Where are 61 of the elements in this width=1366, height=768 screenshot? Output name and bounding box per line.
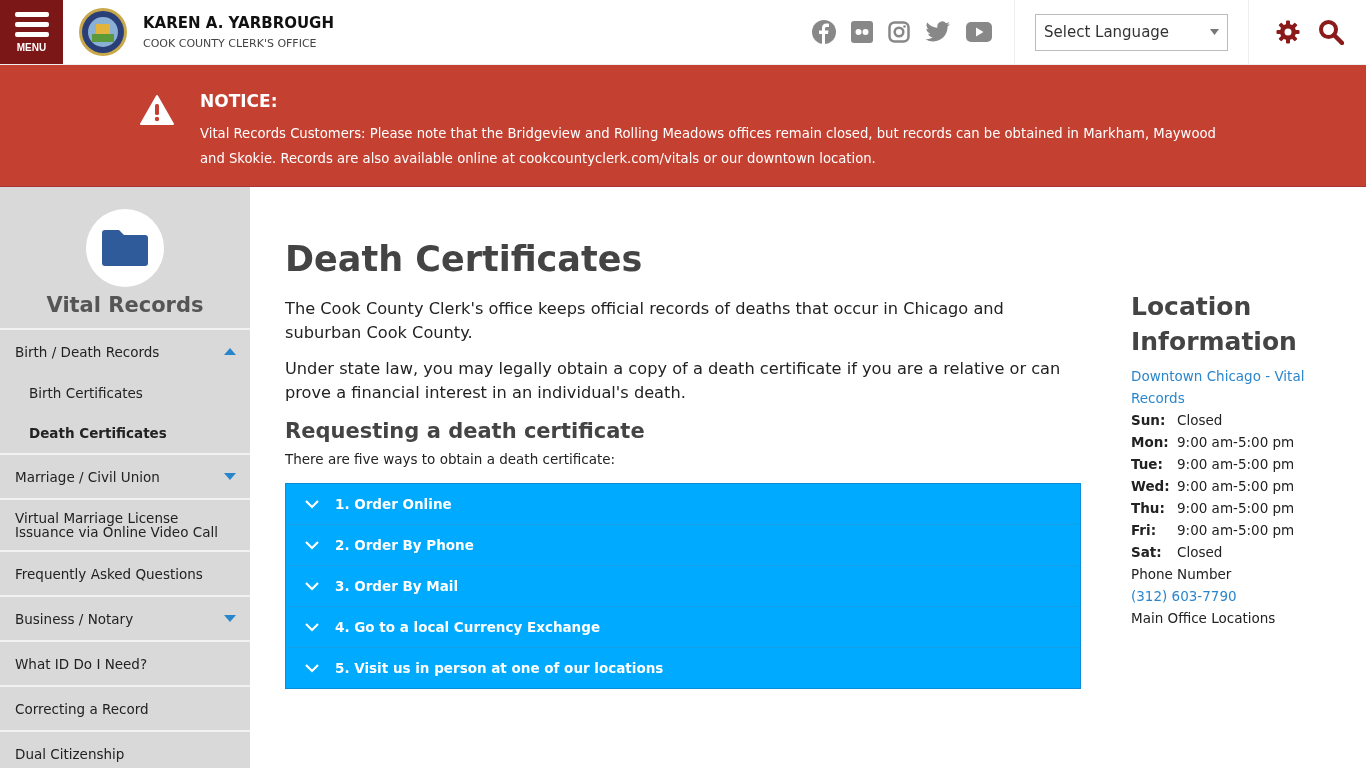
menu-group[interactable]: Marriage / Civil Union (0, 455, 250, 498)
menu-item[interactable]: Virtual Marriage License Issuance via Online Video Call (0, 500, 250, 550)
chevron-down-icon (305, 663, 319, 673)
seal-logo[interactable] (78, 7, 128, 57)
chevron-down-icon (305, 581, 319, 591)
dropdown-caret-icon (1210, 29, 1219, 35)
office-name[interactable]: COOK COUNTY CLERK'S OFFICE (143, 37, 383, 50)
day-label: Fri: (1131, 521, 1158, 540)
language-select[interactable]: Select Language (1035, 13, 1228, 51)
hours-text: 9:00 am-5:00 pm (1177, 455, 1295, 474)
folder-icon (102, 230, 148, 266)
page-title: Death Certificates (285, 239, 644, 279)
search-icon[interactable] (1318, 19, 1344, 45)
day-label: Thu: (1131, 499, 1166, 518)
submenu-item[interactable]: Birth Certificates (0, 373, 250, 413)
flickr-icon[interactable] (851, 21, 873, 43)
caret-down-icon (224, 473, 236, 480)
phone-link[interactable]: (312) 603-7790 (1131, 585, 1331, 607)
hours-text: Closed (1177, 411, 1223, 430)
location-title: Location Information (1131, 291, 1298, 358)
menu-group[interactable]: Business / Notary (0, 597, 250, 640)
warning-icon (140, 95, 174, 125)
hours-text: 9:00 am-5:00 pm (1177, 477, 1295, 496)
chevron-down-icon (305, 540, 319, 550)
hours-text: 9:00 am-5:00 pm (1177, 433, 1295, 452)
notice-title: NOTICE: (200, 91, 279, 111)
facebook-icon[interactable] (812, 20, 836, 44)
paragraph: Under state law, you may legally obtain a copy of a death certificate if you are a relative or can prove a financial interest in an individual's death. (285, 358, 1062, 404)
submenu-item[interactable]: Death Certificates (0, 413, 250, 453)
offices-label: Main Office Locations (1131, 609, 1277, 628)
section-heading: Requesting a death certificate (285, 419, 646, 443)
day-label: Mon: (1131, 433, 1170, 452)
day-label: Tue: (1131, 455, 1164, 474)
hours-text: Closed (1177, 543, 1223, 562)
office-holder-name[interactable]: KAREN A. YARBROUGH (143, 14, 383, 32)
instagram-icon[interactable] (888, 21, 910, 43)
sidebar-title: Vital Records (46, 293, 204, 317)
hours-text: 9:00 am-5:00 pm (1177, 499, 1295, 518)
menu-button[interactable]: MENU (0, 0, 63, 64)
settings-icon[interactable] (1276, 20, 1300, 44)
paragraph: The Cook County Clerk's office keeps official records of deaths that occur in Chicago and suburban Cook County. (285, 298, 1005, 344)
phone-label: Phone Number (1131, 565, 1233, 584)
menu-item[interactable]: Correcting a Record (0, 687, 250, 730)
day-label: Wed: (1131, 477, 1171, 496)
caret-down-icon (224, 615, 236, 622)
twitter-icon[interactable] (925, 21, 951, 43)
chevron-down-icon (305, 622, 319, 632)
notice-text: Vital Records Customers: Please note that the Bridgeview and Rolling Meadows offices remain closed, but records can be obtained in Markham, Maywood and Skokie. Records are also available online at cookcountyclerk.com/vitals or our downtown location. (200, 125, 1217, 168)
location-link[interactable]: Downtown Chicago - Vital Records (1131, 365, 1331, 409)
menu-item[interactable]: Dual Citizenship (0, 732, 250, 768)
menu-icon (14, 11, 49, 38)
youtube-icon[interactable] (966, 22, 992, 42)
menu-item[interactable]: Frequently Asked Questions (0, 552, 250, 595)
menu-item[interactable]: What ID Do I Need? (0, 642, 250, 685)
caret-up-icon (224, 348, 236, 355)
menu-group[interactable]: Birth / Death Records (0, 330, 250, 373)
day-label: Sun: (1131, 411, 1167, 430)
intro-text: There are five ways to obtain a death certificate: (285, 451, 617, 467)
day-label: Sat: (1131, 543, 1163, 562)
chevron-down-icon (305, 499, 319, 509)
hours-text: 9:00 am-5:00 pm (1177, 521, 1295, 540)
